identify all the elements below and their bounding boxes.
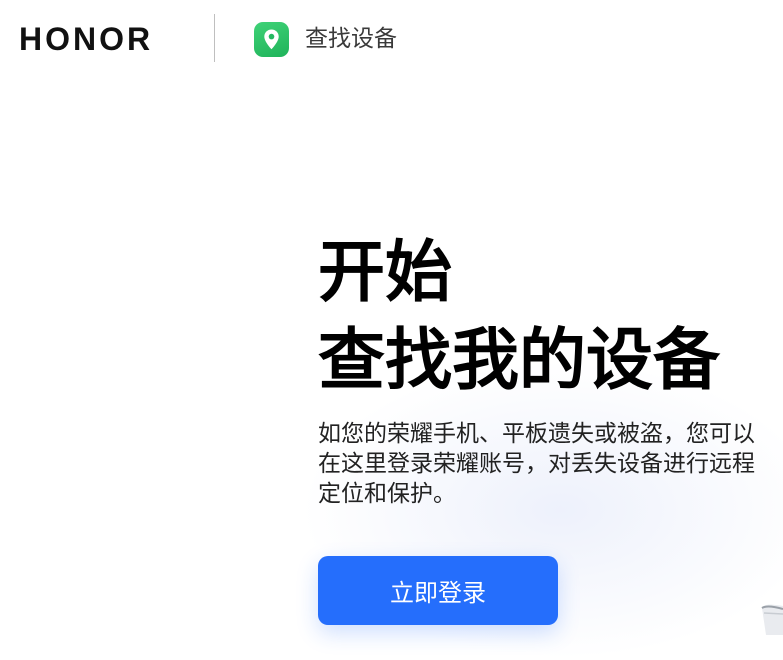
header-divider [214,14,215,62]
hero-description: 如您的荣耀手机、平板遗失或被盗，您可以在这里登录荣耀账号，对丢失设备进行远程定位… [318,421,755,507]
hero-title-line-1: 开始 [318,233,452,311]
hero-title-line-2: 查找我的设备 [318,321,720,399]
honor-logo[interactable]: HONOR [19,20,153,58]
top-header: HONOR 查找设备 [0,0,783,80]
app-name: 查找设备 [305,26,397,52]
login-button[interactable]: 立即登录 [318,556,558,625]
location-pin-icon [254,22,289,57]
hero-title: 开始 查找我的设备 [318,228,720,404]
device-image-edge [756,600,783,635]
